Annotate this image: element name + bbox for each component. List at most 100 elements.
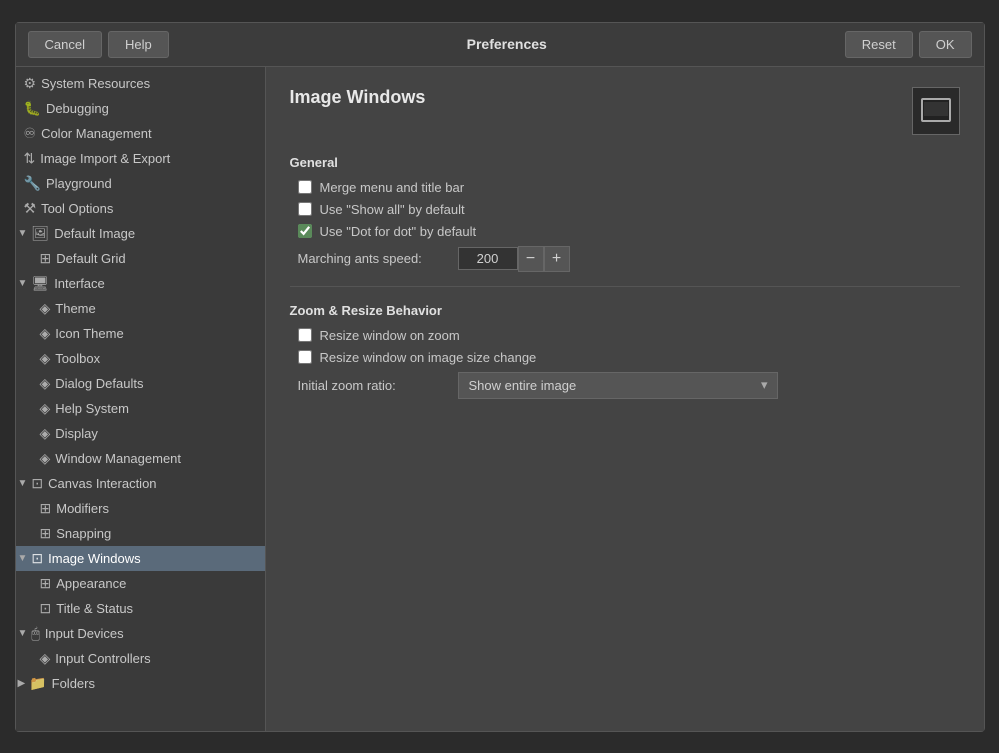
sidebar-label-tool-options: Tool Options [41,201,113,216]
checkbox-dot-for-dot[interactable] [298,224,312,238]
sidebar-label-toolbox: Toolbox [55,351,100,366]
sidebar-item-interface[interactable]: ▼ 🖥 Interface [16,271,265,296]
sidebar-item-snapping[interactable]: ⊞ Snapping [16,521,265,546]
help-system-icon: ◈ [40,400,51,417]
sidebar-label-window-management: Window Management [55,451,181,466]
dialog-title: Preferences [177,36,837,52]
sidebar-label-input-devices: Input Devices [45,626,124,641]
sidebar-label-folders: Folders [52,676,95,691]
panel-icon [912,87,960,135]
sidebar-item-playground[interactable]: 🔧 Playground [16,171,265,196]
sidebar-item-theme[interactable]: ◈ Theme [16,296,265,321]
preferences-dialog: Cancel Help Preferences Reset OK ⚙ Syste… [15,22,985,732]
sidebar-item-modifiers[interactable]: ⊞ Modifiers [16,496,265,521]
theme-icon: ◈ [40,300,51,317]
reset-button[interactable]: Reset [845,31,913,58]
titlebar-left-buttons: Cancel Help [28,31,169,58]
default-image-arrow: ▼ [18,228,28,239]
sidebar-item-toolbox[interactable]: ◈ Toolbox [16,346,265,371]
label-use-show-all[interactable]: Use "Show all" by default [320,202,465,217]
sidebar-item-default-image[interactable]: ▼ 🖼 Default Image [16,221,265,246]
toolbox-icon: ◈ [40,350,51,367]
section-title-general: General [290,155,960,170]
sidebar-item-window-management[interactable]: ◈ Window Management [16,446,265,471]
cancel-button[interactable]: Cancel [28,31,102,58]
folders-arrow: ▶ [18,678,26,689]
snapping-icon: ⊞ [40,525,52,542]
initial-zoom-select[interactable]: Show entire image Fit to window 100% 50% [458,372,778,399]
checkbox-resize-on-image[interactable] [298,350,312,364]
image-windows-icon: ⊡ [31,550,43,567]
sidebar-label-display: Display [55,426,98,441]
initial-zoom-label: Initial zoom ratio: [298,378,458,393]
label-merge-menu[interactable]: Merge menu and title bar [320,180,465,195]
sidebar-label-color-management: Color Management [41,126,152,141]
sidebar-item-input-controllers[interactable]: ◈ Input Controllers [16,646,265,671]
sidebar-item-folders[interactable]: ▶ 📁 Folders [16,671,265,696]
sidebar-item-title-status[interactable]: ⊡ Title & Status [16,596,265,621]
sidebar-item-canvas-interaction[interactable]: ▼ ⊡ Canvas Interaction [16,471,265,496]
folders-icon: 📁 [29,675,46,692]
sidebar-label-debugging: Debugging [46,101,109,116]
content-area: ⚙ System Resources 🐛 Debugging ♾ Color M… [16,67,984,731]
sidebar-label-snapping: Snapping [56,526,111,541]
sidebar-item-display[interactable]: ◈ Display [16,421,265,446]
sidebar-label-default-image: Default Image [54,226,135,241]
sidebar-label-appearance: Appearance [56,576,126,591]
sidebar-item-default-grid[interactable]: ⊞ Default Grid [16,246,265,271]
marching-ants-decrement[interactable]: − [518,246,544,272]
sidebar-item-color-management[interactable]: ♾ Color Management [16,121,265,146]
sidebar-item-debugging[interactable]: 🐛 Debugging [16,96,265,121]
initial-zoom-row: Initial zoom ratio: Show entire image Fi… [290,372,960,399]
title-status-icon: ⊡ [40,600,52,617]
sidebar-item-image-import-export[interactable]: ⇅ Image Import & Export [16,146,265,171]
tool-options-icon: ⚒ [24,200,37,217]
sidebar-item-system-resources[interactable]: ⚙ System Resources [16,71,265,96]
window-management-icon: ◈ [40,450,51,467]
marching-ants-input[interactable] [458,247,518,270]
section-divider [290,286,960,287]
section-title-zoom-resize: Zoom & Resize Behavior [290,303,960,318]
sidebar: ⚙ System Resources 🐛 Debugging ♾ Color M… [16,67,266,731]
marching-ants-stepper: − + [458,246,570,272]
sidebar-label-modifiers: Modifiers [56,501,109,516]
dialog-defaults-icon: ◈ [40,375,51,392]
sidebar-label-icon-theme: Icon Theme [55,326,123,341]
sidebar-label-image-windows: Image Windows [48,551,140,566]
label-dot-for-dot[interactable]: Use "Dot for dot" by default [320,224,477,239]
sidebar-label-canvas-interaction: Canvas Interaction [48,476,156,491]
color-management-icon: ♾ [24,125,37,142]
canvas-interaction-icon: ⊡ [31,475,43,492]
playground-icon: 🔧 [24,175,41,192]
sidebar-item-icon-theme[interactable]: ◈ Icon Theme [16,321,265,346]
sidebar-item-appearance[interactable]: ⊞ Appearance [16,571,265,596]
checkbox-use-show-all[interactable] [298,202,312,216]
sidebar-item-image-windows[interactable]: ▼ ⊡ Image Windows [16,546,265,571]
ok-button[interactable]: OK [919,31,972,58]
sidebar-item-tool-options[interactable]: ⚒ Tool Options [16,196,265,221]
panel-header: Image Windows [290,87,960,135]
sidebar-label-system-resources: System Resources [41,76,150,91]
sidebar-label-help-system: Help System [55,401,129,416]
sidebar-label-input-controllers: Input Controllers [55,651,150,666]
sidebar-label-interface: Interface [54,276,105,291]
sidebar-item-help-system[interactable]: ◈ Help System [16,396,265,421]
input-controllers-icon: ◈ [40,650,51,667]
system-resources-icon: ⚙ [24,75,37,92]
sidebar-item-input-devices[interactable]: ▼ 🖱 Input Devices [16,621,265,646]
marching-ants-increment[interactable]: + [544,246,570,272]
checkbox-row-resize-on-zoom: Resize window on zoom [290,328,960,343]
sidebar-label-playground: Playground [46,176,112,191]
label-resize-on-image[interactable]: Resize window on image size change [320,350,537,365]
label-resize-on-zoom[interactable]: Resize window on zoom [320,328,460,343]
help-button[interactable]: Help [108,31,169,58]
panel-title: Image Windows [290,87,426,108]
sidebar-label-title-status: Title & Status [56,601,133,616]
default-grid-icon: ⊞ [40,250,52,267]
interface-arrow: ▼ [18,278,28,289]
checkbox-resize-on-zoom[interactable] [298,328,312,342]
canvas-interaction-arrow: ▼ [18,478,28,489]
checkbox-merge-menu[interactable] [298,180,312,194]
checkbox-row-resize-on-image-change: Resize window on image size change [290,350,960,365]
sidebar-item-dialog-defaults[interactable]: ◈ Dialog Defaults [16,371,265,396]
